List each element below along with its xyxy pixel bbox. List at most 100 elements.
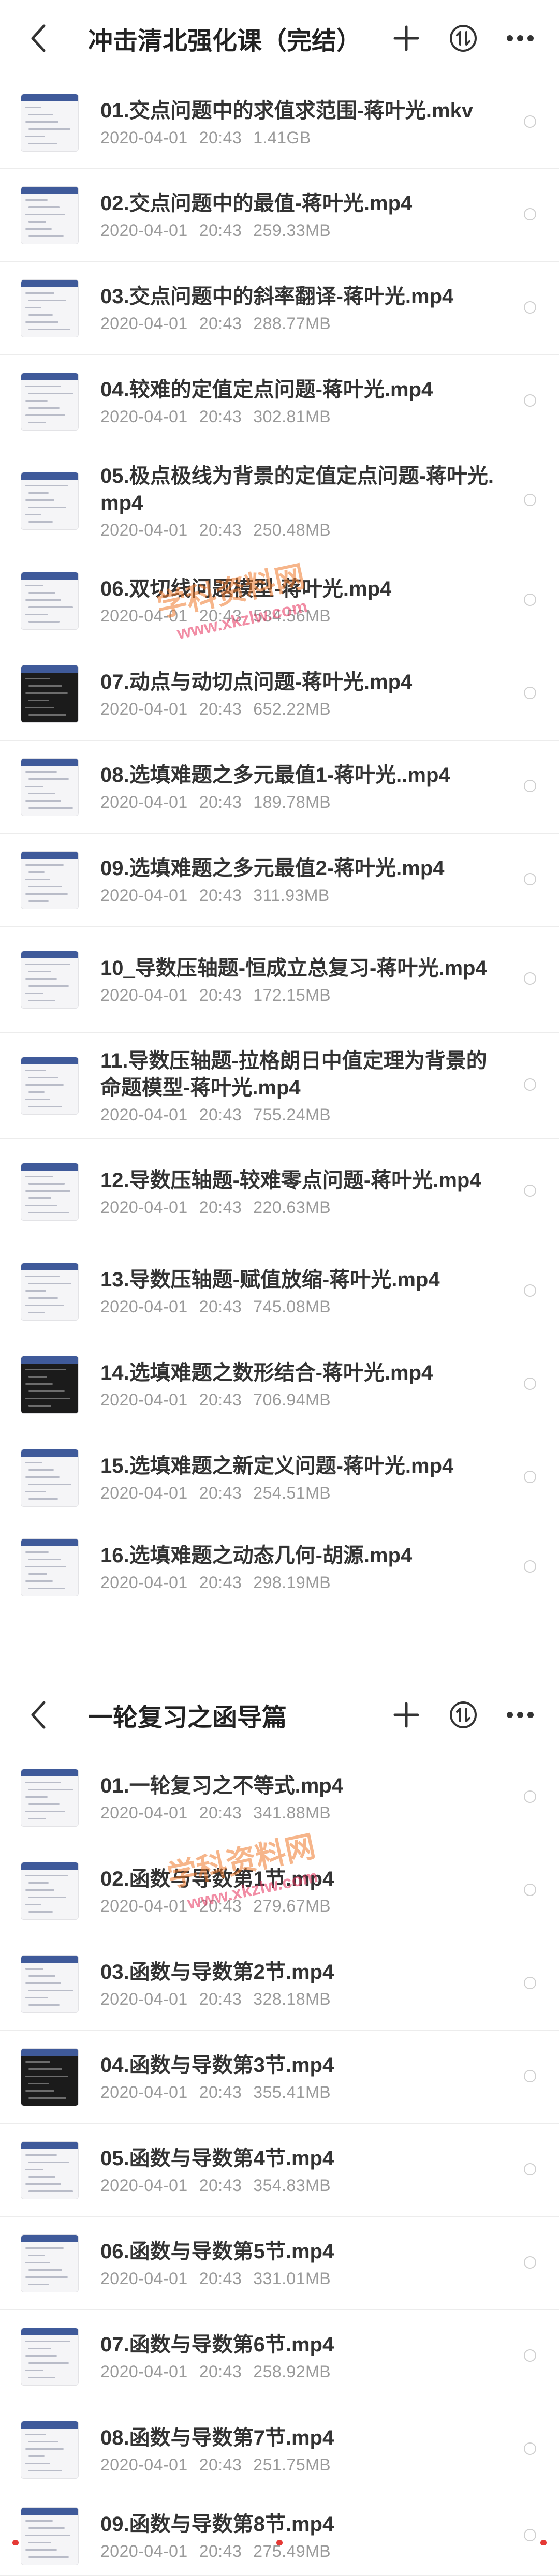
thumbnail-text-line xyxy=(25,1099,50,1100)
file-time: 20:43 xyxy=(199,2083,242,2101)
more-button[interactable] xyxy=(492,1679,549,1751)
select-radio[interactable] xyxy=(524,1284,536,1297)
thumbnail-text-line xyxy=(28,714,66,716)
thumbnail-text-line xyxy=(28,1803,60,1805)
select-radio[interactable] xyxy=(524,593,536,606)
file-info: 07.动点与动切点问题-蒋叶光.mp4 2020-04-01 20:43 652.22… xyxy=(100,669,559,719)
select-radio[interactable] xyxy=(524,494,536,506)
select-radio[interactable] xyxy=(524,1078,536,1091)
file-time: 20:43 xyxy=(199,221,242,240)
more-button[interactable] xyxy=(492,0,549,77)
thumbnail-text-line xyxy=(25,1290,46,1292)
file-name: 01.交点问题中的求值求范围-蒋叶光.mkv xyxy=(100,99,474,122)
thumbnail-text-line xyxy=(25,878,50,880)
file-row[interactable]: 03.交点问题中的斜率翻译-蒋叶光.mp4 2020-04-01 20:43 288.… xyxy=(0,262,559,355)
file-row[interactable]: 02.交点问题中的最值-蒋叶光.mp4 2020-04-01 20:43 259.33… xyxy=(0,169,559,262)
select-radio[interactable] xyxy=(524,2442,536,2455)
file-row[interactable]: 07.动点与动切点问题-蒋叶光.mp4 2020-04-01 20:43 652.22… xyxy=(0,647,559,741)
file-meta: 2020-04-01 20:43 755.24MB xyxy=(100,1105,497,1124)
select-radio[interactable] xyxy=(524,394,536,407)
thumbnail-text-line xyxy=(25,2520,53,2522)
file-time: 20:43 xyxy=(199,985,242,1004)
file-row[interactable]: 14.选填难题之数形结合-蒋叶光.mp4 2020-04-01 20:43 706.9… xyxy=(0,1338,559,1431)
select-radio[interactable] xyxy=(524,1377,536,1390)
select-radio[interactable] xyxy=(524,115,536,128)
file-date: 2020-04-01 xyxy=(100,1297,188,1316)
sort-button[interactable] xyxy=(435,0,492,77)
thumbnail-text-line xyxy=(28,2082,49,2084)
select-radio[interactable] xyxy=(524,1976,536,1989)
file-row[interactable]: 08.函数与导数第7节.mp4 2020-04-01 20:43 251.75MB xyxy=(0,2403,559,2496)
select-radio[interactable] xyxy=(524,208,536,220)
file-panel-1: 冲击清北强化课（完结） 01.交点问题中的求值求范围-蒋叶光.mkv 2020-0… xyxy=(0,0,559,1679)
file-row[interactable]: 16.选填难题之动态几何-胡源.mp4 2020-04-01 20:43 298.19… xyxy=(0,1524,559,1610)
select-radio[interactable] xyxy=(524,686,536,699)
file-row[interactable]: 04.函数与导数第3节.mp4 2020-04-01 20:43 355.41MB xyxy=(0,2031,559,2124)
thumbnail-text-line xyxy=(28,900,49,902)
back-button[interactable] xyxy=(0,1679,78,1751)
file-row[interactable]: 04.较难的定值定点问题-蒋叶光.mp4 2020-04-01 20:43 302.8… xyxy=(0,355,559,448)
add-button[interactable] xyxy=(378,0,435,77)
thumbnail-header xyxy=(21,1538,78,1546)
top-actions xyxy=(378,1679,549,1751)
file-row[interactable]: 12.导数压轴题-较难零点问题-蒋叶光.mp4 2020-04-01 20:43 22… xyxy=(0,1139,559,1245)
select-radio[interactable] xyxy=(524,872,536,885)
thumbnail-header xyxy=(21,951,78,958)
file-info: 05.函数与导数第4节.mp4 2020-04-01 20:43 354.83MB xyxy=(100,2145,559,2195)
file-date: 2020-04-01 xyxy=(100,407,188,426)
select-radio[interactable] xyxy=(524,2256,536,2269)
file-row[interactable]: 10_导数压轴题-恒成立总复习-蒋叶光.mp4 2020-04-01 20:43 17… xyxy=(0,927,559,1033)
file-row[interactable]: 11.导数压轴题-拉格朗日中值定理为背景的命题模型-蒋叶光.mp4 2020-04… xyxy=(0,1033,559,1139)
file-row[interactable]: 01.交点问题中的求值求范围-蒋叶光.mkv 2020-04-01 20:43 1.4… xyxy=(0,77,559,169)
back-button[interactable] xyxy=(0,0,78,77)
select-radio[interactable] xyxy=(524,1883,536,1896)
select-radio[interactable] xyxy=(524,2163,536,2175)
add-button[interactable] xyxy=(378,1679,435,1751)
file-row[interactable]: 09.选填难题之多元最值2-蒋叶光.mp4 2020-04-01 20:43 311.… xyxy=(0,834,559,927)
file-row[interactable]: 01.一轮复习之不等式.mp4 2020-04-01 20:43 341.88MB xyxy=(0,1751,559,1844)
file-date: 2020-04-01 xyxy=(100,606,188,625)
select-radio[interactable] xyxy=(524,1470,536,1483)
file-row[interactable]: 02.函数与导数第1节.mp4 2020-04-01 20:43 279.67MB xyxy=(0,1844,559,1937)
file-time: 20:43 xyxy=(199,314,242,333)
file-info: 06.函数与导数第5节.mp4 2020-04-01 20:43 331.01MB xyxy=(100,2238,559,2288)
select-radio[interactable] xyxy=(524,2349,536,2362)
thumbnail-text-line xyxy=(25,2340,70,2342)
file-time: 20:43 xyxy=(199,2176,242,2195)
thumbnail-text-line xyxy=(25,306,41,308)
file-meta: 2020-04-01 20:43 259.33MB xyxy=(100,221,497,240)
file-time: 20:43 xyxy=(199,886,242,905)
thumbnail-text-line xyxy=(25,1383,53,1385)
file-time: 20:43 xyxy=(199,1897,242,1915)
select-radio[interactable] xyxy=(524,1560,536,1573)
select-radio[interactable] xyxy=(524,1790,536,1803)
video-thumbnail xyxy=(21,2420,79,2479)
video-thumbnail xyxy=(21,1448,79,1507)
file-row[interactable]: 03.函数与导数第2节.mp4 2020-04-01 20:43 328.18MB xyxy=(0,1937,559,2031)
thumbnail-text-line xyxy=(25,2154,57,2156)
thumbnail-text-line xyxy=(28,2068,62,2070)
sort-button[interactable] xyxy=(435,1679,492,1751)
file-row[interactable]: 15.选填难题之新定义问题-蒋叶光.mp4 2020-04-01 20:43 254.… xyxy=(0,1431,559,1524)
thumbnail-text-line xyxy=(28,235,64,237)
select-radio[interactable] xyxy=(524,972,536,985)
file-row[interactable]: 05.极点极线为背景的定值定点问题-蒋叶光.mp4 2020-04-01 20:43… xyxy=(0,448,559,554)
select-radio[interactable] xyxy=(524,301,536,314)
select-radio[interactable] xyxy=(524,2069,536,2082)
thumbnail-text-line xyxy=(25,2276,68,2278)
file-row[interactable]: 07.函数与导数第6节.mp4 2020-04-01 20:43 258.92MB xyxy=(0,2310,559,2403)
file-size: 189.78MB xyxy=(253,793,331,811)
video-thumbnail xyxy=(21,1955,79,2013)
file-row[interactable]: 06.函数与导数第5节.mp4 2020-04-01 20:43 331.01MB xyxy=(0,2217,559,2310)
file-list: 01.一轮复习之不等式.mp4 2020-04-01 20:43 341.88MB 02… xyxy=(0,1751,559,2576)
select-radio[interactable] xyxy=(524,1185,536,1197)
file-row[interactable]: 08.选填难题之多元最值1-蒋叶光..mp4 2020-04-01 20:43 189… xyxy=(0,741,559,834)
thumbnail-text-line xyxy=(25,1304,64,1306)
file-row[interactable]: 05.函数与导数第4节.mp4 2020-04-01 20:43 354.83MB xyxy=(0,2124,559,2217)
file-row[interactable]: 06.双切线问题模型-蒋叶光.mp4 2020-04-01 20:43 534.56M… xyxy=(0,554,559,647)
select-radio[interactable] xyxy=(524,779,536,792)
thumbnail-text-line xyxy=(25,1205,57,1206)
file-row[interactable]: 13.导数压轴题-赋值放缩-蒋叶光.mp4 2020-04-01 20:43 745.… xyxy=(0,1245,559,1338)
thumbnail-text-line xyxy=(25,1490,46,1492)
thumbnail-text-line xyxy=(28,2283,49,2285)
